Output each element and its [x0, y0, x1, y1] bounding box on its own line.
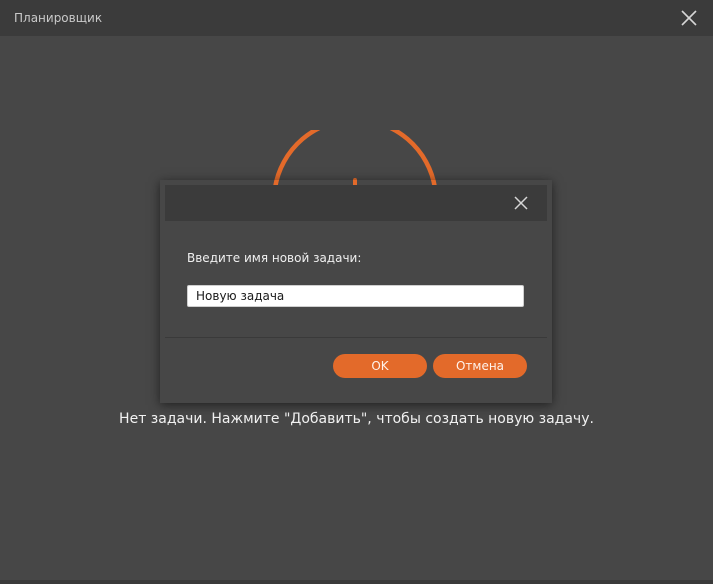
dialog-close-button[interactable]	[511, 193, 531, 213]
dialog-divider	[165, 337, 547, 338]
ok-button[interactable]: OK	[333, 354, 427, 378]
window-close-button[interactable]	[675, 4, 703, 32]
title-bar: Планировщик	[0, 0, 713, 36]
cancel-button[interactable]: Отмена	[433, 354, 527, 378]
window-title: Планировщик	[14, 11, 103, 25]
task-name-input[interactable]	[187, 285, 524, 307]
bottom-edge	[0, 580, 713, 584]
new-task-dialog: Введите имя новой задачи: OK Отмена	[165, 185, 547, 398]
scheduler-window: Планировщик Нет задачи. Нажмите "Добавит…	[0, 0, 713, 584]
empty-task-message: Нет задачи. Нажмите "Добавить", чтобы со…	[119, 411, 594, 427]
task-name-label: Введите имя новой задачи:	[187, 251, 362, 265]
close-icon	[681, 10, 697, 26]
close-icon	[514, 196, 528, 210]
dialog-header	[165, 185, 547, 221]
